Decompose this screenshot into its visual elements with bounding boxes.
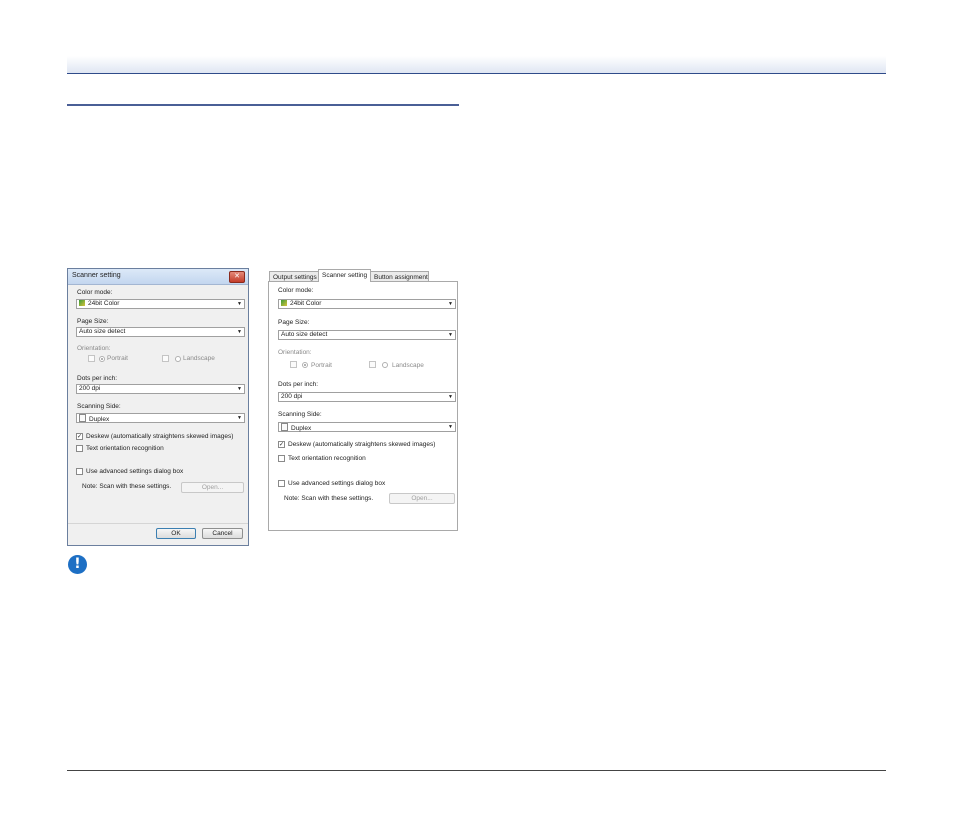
dialog-titlebar: Scanner setting ✕	[68, 269, 248, 285]
orientation-label: Orientation:	[77, 345, 111, 352]
landscape-radio[interactable]	[175, 356, 181, 362]
portrait-icon	[290, 361, 297, 368]
text-orientation-checkbox[interactable]	[278, 455, 285, 462]
scanning-side-value: Duplex	[89, 416, 110, 423]
color-mode-label: Color mode:	[77, 289, 113, 296]
color-mode-label: Color mode:	[278, 287, 314, 294]
duplex-icon	[79, 414, 86, 422]
note-label: Note: Scan with these settings.	[82, 483, 172, 490]
portrait-label: Portrait	[311, 362, 332, 369]
page-size-select[interactable]: Auto size detect ▼	[278, 330, 456, 340]
scanner-setting-tab-panel: Color mode: 24bit Color ▼ Page Size: Aut…	[268, 281, 458, 531]
duplex-icon	[281, 423, 288, 431]
scanning-side-label: Scanning Side:	[278, 411, 322, 418]
chevron-down-icon: ▼	[237, 329, 242, 335]
scanning-side-select[interactable]: Duplex ▼	[278, 422, 456, 432]
tab-scanner-setting[interactable]: Scanner setting	[318, 269, 371, 282]
note-label: Note: Scan with these settings.	[284, 495, 374, 502]
open-button[interactable]: Open...	[389, 493, 455, 504]
page-footer-rule	[67, 770, 886, 771]
page-size-value: Auto size detect	[281, 331, 328, 338]
color-mode-select[interactable]: 24bit Color ▼	[278, 299, 456, 309]
portrait-label: Portrait	[107, 355, 128, 362]
landscape-icon	[369, 361, 376, 368]
color-mode-icon	[79, 300, 85, 306]
page-size-label: Page Size:	[278, 319, 310, 326]
section-heading-rule	[67, 104, 459, 106]
chevron-down-icon: ▼	[237, 415, 242, 421]
color-mode-value: 24bit Color	[88, 300, 120, 307]
portrait-icon	[88, 355, 95, 362]
landscape-icon	[162, 355, 169, 362]
dpi-value: 200 dpi	[79, 385, 101, 392]
portrait-radio[interactable]	[302, 362, 308, 368]
scanner-setting-dialog: Scanner setting ✕ Color mode: 24bit Colo…	[67, 268, 249, 546]
ok-button[interactable]: OK	[156, 528, 196, 539]
dpi-label: Dots per inch:	[278, 381, 319, 388]
dialog-footer-divider	[68, 523, 248, 524]
text-orientation-checkbox[interactable]	[76, 445, 83, 452]
landscape-label: Landscape	[183, 355, 215, 362]
chevron-down-icon: ▼	[448, 301, 453, 307]
page-header-band	[67, 56, 886, 73]
dpi-select[interactable]: 200 dpi ▼	[76, 384, 245, 394]
deskew-checkbox[interactable]: ✓	[278, 441, 285, 448]
dialog-title: Scanner setting	[72, 272, 121, 279]
text-orientation-label: Text orientation recognition	[288, 455, 366, 462]
scanning-side-label: Scanning Side:	[77, 403, 121, 410]
page-size-value: Auto size detect	[79, 328, 126, 335]
deskew-label: Deskew (automatically straightens skewed…	[86, 433, 234, 440]
scanning-side-select[interactable]: Duplex ▼	[76, 413, 245, 423]
chevron-down-icon: ▼	[448, 424, 453, 430]
open-button[interactable]: Open...	[181, 482, 244, 493]
color-mode-select[interactable]: 24bit Color ▼	[76, 299, 245, 309]
cancel-button[interactable]: Cancel	[202, 528, 243, 539]
dpi-label: Dots per inch:	[77, 375, 118, 382]
color-mode-value: 24bit Color	[290, 300, 322, 307]
chevron-down-icon: ▼	[448, 394, 453, 400]
color-mode-icon	[281, 300, 287, 306]
close-icon[interactable]: ✕	[229, 271, 245, 283]
scanning-side-value: Duplex	[291, 425, 312, 432]
advanced-settings-checkbox[interactable]	[278, 480, 285, 487]
chevron-down-icon: ▼	[237, 301, 242, 307]
page-header-rule	[67, 73, 886, 74]
chevron-down-icon: ▼	[448, 332, 453, 338]
deskew-checkbox[interactable]: ✓	[76, 433, 83, 440]
page-size-select[interactable]: Auto size detect ▼	[76, 327, 245, 337]
advanced-settings-label: Use advanced settings dialog box	[288, 480, 386, 487]
landscape-radio[interactable]	[382, 362, 388, 368]
landscape-label: Landscape	[392, 362, 424, 369]
deskew-label: Deskew (automatically straightens skewed…	[288, 441, 436, 448]
orientation-label: Orientation:	[278, 349, 312, 356]
dpi-select[interactable]: 200 dpi ▼	[278, 392, 456, 402]
important-note-icon: !	[68, 555, 87, 574]
text-orientation-label: Text orientation recognition	[86, 445, 164, 452]
chevron-down-icon: ▼	[237, 386, 242, 392]
advanced-settings-checkbox[interactable]	[76, 468, 83, 475]
page-size-label: Page Size:	[77, 318, 109, 325]
dpi-value: 200 dpi	[281, 393, 303, 400]
advanced-settings-label: Use advanced settings dialog box	[86, 468, 184, 475]
portrait-radio[interactable]	[99, 356, 105, 362]
